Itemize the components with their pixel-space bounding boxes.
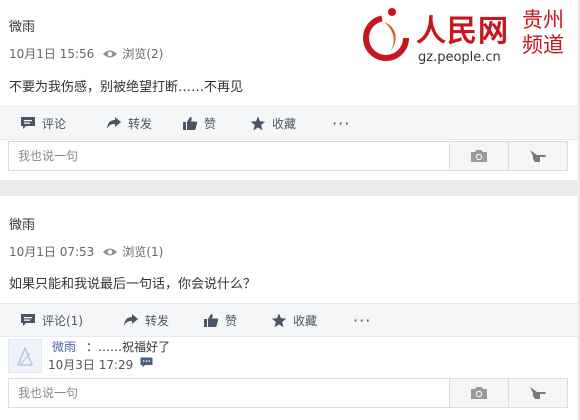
reply-input[interactable]	[9, 142, 449, 170]
post-action-bar: 评论 转发 赞 收藏 ···	[0, 106, 578, 140]
camera-icon	[471, 150, 487, 162]
collect-button[interactable]: 收藏	[250, 107, 296, 139]
people-cn-logo: 人民网 gz.people.cn 贵州 频道	[362, 6, 572, 72]
forward-button[interactable]: 转发	[123, 304, 169, 336]
view-count: 浏览(2)	[102, 45, 163, 62]
collect-label: 收藏	[293, 313, 318, 328]
like-label: 赞	[225, 313, 238, 328]
reply-bar	[8, 378, 568, 408]
forward-label: 转发	[145, 313, 170, 328]
post-date: 10月1日 15:56	[9, 47, 95, 61]
post-meta: 10月1日 15:56 浏览(2)	[9, 45, 163, 62]
forward-icon	[107, 117, 122, 129]
camera-icon	[471, 387, 487, 399]
logo-brand-text: 人民网	[416, 14, 509, 49]
pointing-hand-icon	[530, 387, 546, 399]
avatar[interactable]	[8, 339, 42, 373]
post-card: 微雨 10月1日 15:56 浏览(2) 不要为我伤感，别被绝望打断……不再见 …	[0, 0, 579, 180]
comment-text: ：……祝福好了	[86, 340, 171, 354]
forward-button[interactable]: 转发	[106, 107, 152, 139]
people-logo-mark	[363, 8, 409, 61]
eye-icon	[103, 248, 118, 255]
post-card: 微雨 10月1日 07:53 浏览(1) 如果只能和我说最后一句话，你会说什么？…	[0, 196, 579, 420]
like-label: 赞	[204, 116, 217, 131]
post-content: 不要为我伤感，别被绝望打断……不再见	[9, 80, 244, 95]
thumbs-up-icon	[204, 313, 219, 327]
comment-icon	[21, 117, 35, 129]
view-count: 浏览(1)	[102, 243, 163, 260]
photo-button[interactable]	[449, 142, 508, 170]
forward-icon	[124, 314, 138, 326]
collect-button[interactable]: 收藏	[271, 304, 317, 336]
view-count-label: 浏览(2)	[122, 47, 164, 61]
comment-time: 10月3日 17:29	[48, 358, 134, 372]
default-avatar-icon	[16, 346, 34, 366]
post-date: 10月1日 07:53	[9, 245, 95, 259]
more-button[interactable]: ···	[332, 107, 350, 139]
pointing-hand-icon	[530, 150, 546, 162]
star-icon	[250, 116, 266, 130]
comment-label: 评论	[42, 116, 67, 131]
comment-author[interactable]: 微雨	[52, 338, 76, 355]
logo-url: gz.people.cn	[418, 50, 501, 65]
post-author[interactable]: 微雨	[9, 16, 35, 35]
logo-region-line2: 频道	[522, 33, 564, 57]
comment-label: 评论(1)	[42, 313, 83, 328]
logo-region-line1: 贵州	[522, 8, 564, 32]
comment-button[interactable]: 评论(1)	[20, 304, 83, 336]
reply-input[interactable]	[9, 379, 449, 407]
post-content: 如果只能和我说最后一句话，你会说什么？	[9, 277, 257, 292]
like-button[interactable]: 赞	[203, 304, 237, 336]
thumbs-up-icon	[183, 116, 198, 130]
forward-label: 转发	[128, 116, 153, 131]
gesture-button[interactable]	[508, 142, 567, 170]
reply-bar	[8, 141, 568, 171]
photo-button[interactable]	[449, 379, 508, 407]
collect-label: 收藏	[272, 116, 297, 131]
comment-item: 微雨 ：……祝福好了 10月3日 17:29	[8, 338, 568, 376]
star-icon	[271, 313, 287, 327]
gesture-button[interactable]	[508, 379, 567, 407]
post-author[interactable]: 微雨	[9, 214, 35, 233]
comment-button[interactable]: 评论	[20, 107, 66, 139]
view-count-label: 浏览(1)	[122, 245, 164, 259]
like-button[interactable]: 赞	[182, 107, 216, 139]
eye-icon	[103, 50, 118, 57]
post-meta: 10月1日 07:53 浏览(1)	[9, 243, 163, 260]
more-button[interactable]: ···	[353, 304, 371, 336]
comment-icon	[21, 314, 35, 326]
reply-icon[interactable]	[140, 357, 153, 368]
logo-region: 贵州 频道	[522, 8, 572, 58]
post-action-bar: 评论(1) 转发 赞 收藏 ···	[0, 303, 578, 337]
